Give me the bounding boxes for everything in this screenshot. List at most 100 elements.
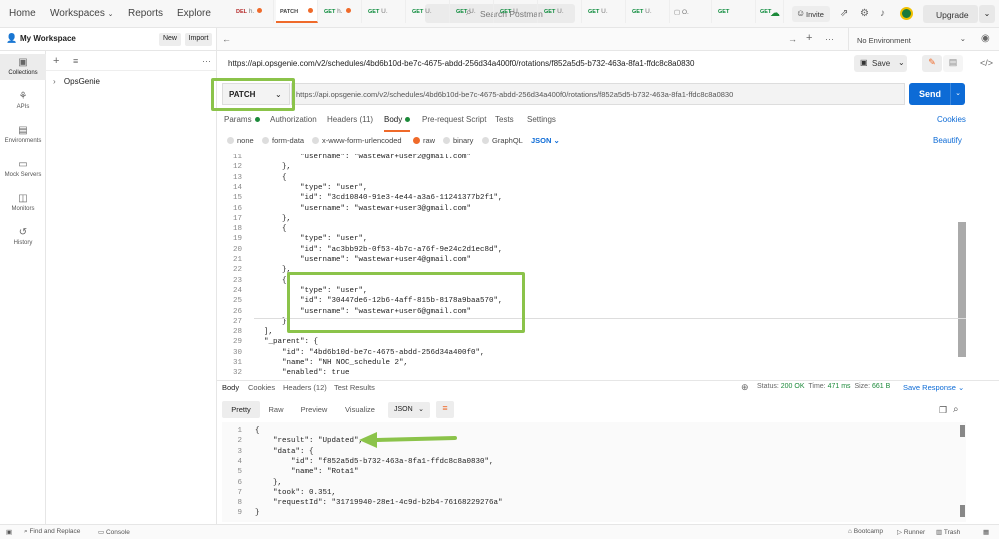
tab-item[interactable]: GET <box>714 0 756 23</box>
beautify-link[interactable]: Beautify <box>933 136 962 145</box>
footer-label: Console <box>105 529 130 536</box>
wrap-lines-icon[interactable]: ≡ <box>436 401 454 418</box>
tab-item[interactable]: ▢ O. <box>672 0 712 23</box>
plus-icon[interactable]: + <box>806 32 812 44</box>
filter-icon[interactable]: ≡ <box>73 56 78 66</box>
rail-apis[interactable]: ⚘ APIs <box>0 91 46 110</box>
save-response-button[interactable]: Save Response ⌄ <box>903 383 964 392</box>
tab-item[interactable]: GET U. <box>584 0 626 23</box>
format-visualize[interactable]: Visualize <box>338 401 382 418</box>
tab-item[interactable]: GET <box>758 0 784 23</box>
gear-icon[interactable]: ⚙ <box>860 8 869 19</box>
runner-button[interactable]: ▷ Runner <box>897 528 925 536</box>
cookies-link[interactable]: Cookies <box>937 115 966 124</box>
code-line: }, <box>255 478 283 487</box>
status-value[interactable]: 200 OK <box>781 383 805 390</box>
radio-binary[interactable]: binary <box>443 136 473 145</box>
more-icon[interactable]: ··· <box>202 56 211 66</box>
tab-tests[interactable]: Tests <box>495 115 514 124</box>
tab-item[interactable]: GET U. <box>408 0 450 23</box>
tab-item-active[interactable]: PATCH <box>276 0 318 23</box>
workspace-name[interactable]: My Workspace <box>20 34 76 43</box>
radio-graphql[interactable]: GraphQL <box>482 136 523 145</box>
line-number: 25 <box>232 297 242 306</box>
format-preview[interactable]: Preview <box>292 401 336 418</box>
response-scrollbar[interactable] <box>960 425 965 437</box>
response-tab-cookies[interactable]: Cookies <box>248 383 275 392</box>
rail-monitors[interactable]: ◫ Monitors <box>0 193 46 212</box>
editor-scrollbar[interactable] <box>958 222 966 357</box>
format-raw[interactable]: Raw <box>262 401 290 418</box>
rail-history[interactable]: ↺ History <box>0 227 46 246</box>
unsaved-dot <box>307 8 313 13</box>
globe-icon[interactable]: ⊕ <box>741 382 749 393</box>
nav-explore[interactable]: Explore <box>177 8 211 19</box>
tab-item[interactable]: GET U. <box>628 0 670 23</box>
format-pretty[interactable]: Pretty <box>222 401 260 418</box>
radio-form-data[interactable]: form-data <box>262 136 304 145</box>
radio-urlencoded[interactable]: x-www-form-urlencoded <box>312 136 402 145</box>
arrow-right-icon[interactable]: → <box>788 34 797 44</box>
console-button[interactable]: ▭ Console <box>98 528 130 536</box>
tab-item[interactable]: GET h. <box>320 0 362 23</box>
import-button[interactable]: Import <box>185 33 212 46</box>
copy-icon[interactable]: ❐ <box>939 405 947 416</box>
plus-icon[interactable]: + <box>53 55 59 67</box>
nav-workspaces[interactable]: Workspaces ⌄ <box>50 8 114 19</box>
tab-item[interactable]: DEL h. <box>232 0 274 23</box>
upgrade-button[interactable]: Upgrade <box>923 5 978 23</box>
environment-label: No Environment <box>857 36 911 45</box>
trash-button[interactable]: ▥ Trash <box>936 528 960 536</box>
time-value[interactable]: 471 ms <box>828 383 851 390</box>
response-tab-test-results[interactable]: Test Results <box>334 383 375 392</box>
bell-icon[interactable]: ♪ <box>880 8 885 19</box>
rail-mock-servers[interactable]: ▭ Mock Servers <box>0 159 46 178</box>
nav-reports[interactable]: Reports <box>128 8 163 19</box>
tab-authorization[interactable]: Authorization <box>270 115 317 124</box>
docs-icon[interactable]: ▤ <box>943 55 963 72</box>
pencil-icon[interactable]: ✎ <box>922 55 942 72</box>
tab-item[interactable]: GET U. <box>452 0 494 23</box>
send-options-button[interactable]: ⌄ <box>950 83 965 105</box>
save-button[interactable]: ▣ Save ⌄ <box>854 55 907 72</box>
request-body-editor[interactable]: 11 "username": "wastewar+user2@gmail.com… <box>222 154 966 376</box>
nav-home[interactable]: Home <box>9 8 36 19</box>
tab-body[interactable]: Body <box>384 115 411 132</box>
eye-icon[interactable]: ◉ <box>981 33 990 44</box>
invite-button[interactable]: ☺ Invite <box>792 6 830 22</box>
response-format-select[interactable]: JSON ⌄ <box>388 402 430 418</box>
url-input[interactable]: https://api.opsgenie.com/v2/schedules/4b… <box>291 83 905 105</box>
sidebar-item-opsgenie[interactable]: › OpsGenie <box>53 77 100 86</box>
tab-settings[interactable]: Settings <box>527 115 556 124</box>
search-icon[interactable]: ⌕ <box>953 404 959 415</box>
tab-headers[interactable]: Headers (11) <box>327 115 373 124</box>
response-tab-headers[interactable]: Headers (12) <box>283 383 327 392</box>
body-format-select[interactable]: JSON ⌄ <box>531 136 560 145</box>
tab-pre-request-script[interactable]: Pre-request Script <box>422 115 486 124</box>
response-scrollbar[interactable] <box>960 505 965 517</box>
environment-select[interactable]: No Environment ⌄ <box>848 28 972 51</box>
sidebar-toggle-icon[interactable]: ▣ <box>6 528 12 536</box>
tab-item[interactable]: GET U. <box>496 0 538 23</box>
tab-item[interactable]: GET U. <box>364 0 406 23</box>
code-icon[interactable]: </> <box>980 58 993 68</box>
find-replace-button[interactable]: ⌕ Find and Replace <box>24 528 80 536</box>
layout-icon[interactable]: ▦ <box>983 528 989 536</box>
footer-label: Find and Replace <box>29 528 81 535</box>
arrow-left-icon[interactable]: ← <box>222 34 231 44</box>
satellite-icon[interactable]: ⇗ <box>840 8 848 19</box>
more-icon[interactable]: ··· <box>825 34 834 44</box>
size-value[interactable]: 661 B <box>872 383 890 390</box>
new-button[interactable]: New <box>159 33 181 46</box>
response-tab-body[interactable]: Body <box>222 383 239 392</box>
tab-item[interactable]: GET U. <box>540 0 582 23</box>
avatar[interactable] <box>900 7 913 20</box>
bootcamp-button[interactable]: ⌂ Bootcamp <box>848 528 883 535</box>
arrow-annotation <box>359 432 457 448</box>
radio-raw[interactable]: raw <box>413 136 435 145</box>
tab-params[interactable]: Params <box>224 115 260 124</box>
upgrade-caret[interactable]: ⌄ <box>979 5 995 23</box>
rail-environments[interactable]: ▤ Environments <box>0 125 46 144</box>
rail-collections[interactable]: ▣ Collections <box>0 54 46 80</box>
radio-none[interactable]: none <box>227 136 254 145</box>
